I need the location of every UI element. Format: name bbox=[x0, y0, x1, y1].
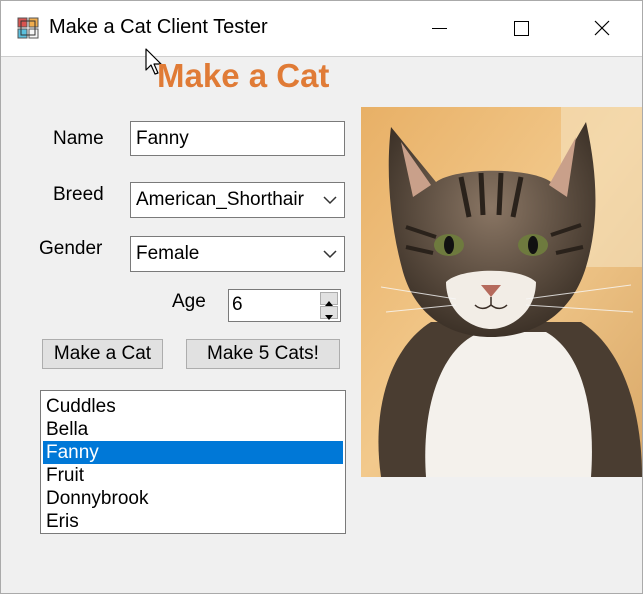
gender-dropdown-value: Female bbox=[136, 243, 200, 264]
gender-dropdown[interactable]: Female bbox=[130, 236, 345, 272]
cat-photo-image bbox=[361, 107, 642, 477]
list-item-selected[interactable]: Fanny bbox=[43, 441, 343, 464]
breed-dropdown[interactable]: American_Shorthair bbox=[130, 182, 345, 218]
close-icon bbox=[594, 20, 610, 36]
breed-dropdown-value: American_Shorthair bbox=[136, 189, 304, 210]
name-label: Name bbox=[53, 128, 104, 149]
chevron-down-icon bbox=[325, 315, 333, 320]
form-heading: Make a Cat bbox=[157, 57, 330, 94]
name-field[interactable]: Fanny bbox=[130, 121, 345, 156]
age-label: Age bbox=[172, 291, 206, 312]
make-cat-button[interactable]: Make a Cat bbox=[42, 339, 163, 369]
list-item[interactable]: Eris bbox=[43, 510, 343, 533]
age-stepper[interactable]: 6 bbox=[228, 289, 341, 322]
list-item[interactable]: Fruit bbox=[43, 464, 343, 487]
close-button[interactable] bbox=[561, 1, 643, 56]
title-bar: Make a Cat Client Tester bbox=[1, 1, 642, 57]
make-5-cats-button[interactable]: Make 5 Cats! bbox=[186, 339, 340, 369]
chevron-down-icon bbox=[323, 250, 337, 259]
gender-label: Gender bbox=[39, 238, 103, 259]
minimize-icon bbox=[432, 28, 447, 29]
breed-label: Breed bbox=[53, 184, 104, 205]
app-window: Make a Cat Client Tester Make a Cat Name… bbox=[0, 0, 643, 594]
cat-listbox[interactable]: Cuddles Bella Fanny Fruit Donnybrook Eri… bbox=[40, 390, 346, 534]
app-icon bbox=[17, 17, 39, 39]
list-item[interactable]: Cuddles bbox=[43, 395, 343, 418]
chevron-down-icon bbox=[323, 196, 337, 205]
age-decrement-button[interactable] bbox=[320, 306, 338, 320]
name-field-value: Fanny bbox=[136, 128, 189, 149]
cat-photo bbox=[361, 107, 642, 477]
age-stepper-value: 6 bbox=[232, 294, 243, 315]
list-item[interactable]: Bella bbox=[43, 418, 343, 441]
window-title: Make a Cat Client Tester bbox=[49, 16, 268, 38]
maximize-button[interactable] bbox=[480, 1, 562, 56]
age-increment-button[interactable] bbox=[320, 292, 338, 306]
minimize-button[interactable] bbox=[399, 1, 481, 56]
maximize-icon bbox=[514, 21, 529, 36]
list-item[interactable]: Donnybrook bbox=[43, 487, 343, 510]
